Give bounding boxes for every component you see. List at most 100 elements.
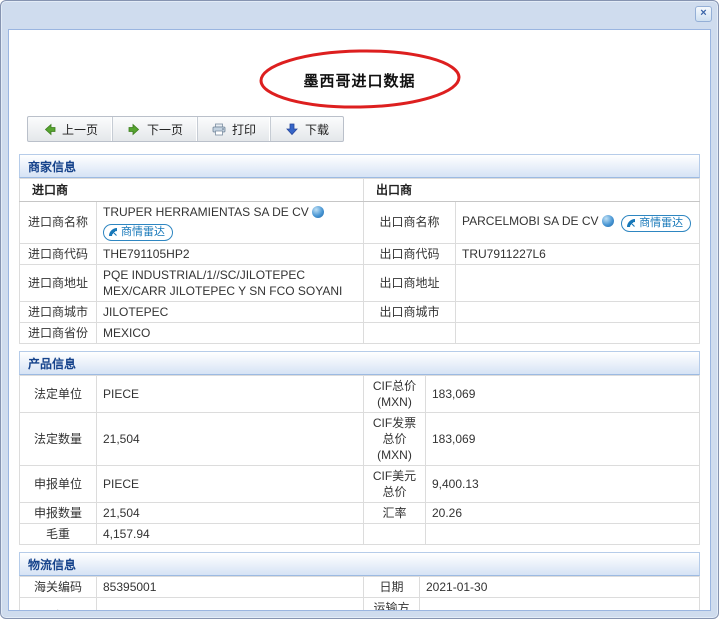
cif-usd-total-value: 9,400.13 — [426, 465, 700, 502]
importer-name-label: 进口商名称 — [20, 202, 97, 244]
exporter-name: PARCELMOBI SA DE CV — [462, 214, 598, 228]
cif-total-mxn-value: 183,069 — [426, 375, 700, 412]
table-row: 进口商城市 JILOTEPEC 出口商城市 — [20, 301, 700, 322]
print-button[interactable]: 打印 — [198, 117, 271, 141]
declared-qty-label: 申报数量 — [20, 502, 97, 523]
exporter-city-value — [456, 301, 700, 322]
empty-value — [426, 523, 700, 544]
importer-city-value: JILOTEPEC — [97, 301, 364, 322]
globe-icon[interactable] — [602, 215, 614, 227]
exporter-code-value: TRU7911227L6 — [456, 243, 700, 264]
section-merchant-info: 商家信息 进口商 出口商 进口商名称 TRUPER HERRAMIENTAS S… — [19, 154, 700, 344]
declared-unit-label: 申报单位 — [20, 465, 97, 502]
importer-code-label: 进口商代码 — [20, 243, 97, 264]
hs-code-label: 海关编码 — [20, 576, 97, 597]
exchange-rate-label: 汇率 — [364, 502, 426, 523]
legal-qty-value: 21,504 — [97, 412, 364, 465]
exporter-address-value — [456, 264, 700, 301]
exporter-address-label: 出口商地址 — [364, 264, 456, 301]
origin-country-label: 原产国 — [20, 597, 97, 611]
page-title: 墨西哥进口数据 — [9, 70, 710, 91]
import-data-dialog: × 墨西哥进口数据 上一页 — [0, 0, 719, 619]
hs-code-value: 85395001 — [97, 576, 364, 597]
table-row: 进口商名称 TRUPER HERRAMIENTAS SA DE CV — [20, 202, 700, 244]
table-row: 进口商 出口商 — [20, 179, 700, 202]
table-row: 法定数量 21,504 CIF发票总价(MXN) 183,069 — [20, 412, 700, 465]
download-label: 下载 — [305, 121, 329, 138]
legal-unit-label: 法定单位 — [20, 375, 97, 412]
importer-address-label: 进口商地址 — [20, 264, 97, 301]
dialog-content: 墨西哥进口数据 上一页 下一页 — [8, 29, 711, 611]
gross-weight-label: 毛重 — [20, 523, 97, 544]
cif-total-mxn-label: CIF总价(MXN) — [364, 375, 426, 412]
arrow-left-icon — [42, 122, 56, 136]
exporter-city-label: 出口商城市 — [364, 301, 456, 322]
close-icon[interactable]: × — [695, 6, 712, 22]
logistics-section-header: 物流信息 — [19, 552, 700, 576]
importer-column-header: 进口商 — [20, 179, 364, 202]
empty-label — [364, 322, 456, 343]
origin-country-value: CHINA — [97, 597, 364, 611]
next-page-label: 下一页 — [147, 121, 183, 138]
importer-province-value: MEXICO — [97, 322, 364, 343]
dialog-titlebar: × — [1, 1, 718, 29]
importer-city-label: 进口商城市 — [20, 301, 97, 322]
cif-invoice-total-label: CIF发票总价(MXN) — [364, 412, 426, 465]
importer-name-cell: TRUPER HERRAMIENTAS SA DE CV 商情雷达 — [97, 202, 364, 244]
transport-mode-label: 运输方式 — [364, 597, 420, 611]
table-row: 申报单位 PIECE CIF美元总价 9,400.13 — [20, 465, 700, 502]
exchange-rate-value: 20.26 — [426, 502, 700, 523]
radar-icon — [626, 218, 636, 228]
declared-qty-value: 21,504 — [97, 502, 364, 523]
badge-label: 商情雷达 — [121, 224, 165, 240]
cif-usd-total-label: CIF美元总价 — [364, 465, 426, 502]
product-section-header: 产品信息 — [19, 351, 700, 375]
table-row: 毛重 4,157.94 — [20, 523, 700, 544]
product-table: 法定单位 PIECE CIF总价(MXN) 183,069 法定数量 21,50… — [19, 375, 700, 545]
arrow-right-icon — [127, 122, 141, 136]
legal-unit-value: PIECE — [97, 375, 364, 412]
badge-label: 商情雷达 — [639, 215, 683, 231]
table-row: 申报数量 21,504 汇率 20.26 — [20, 502, 700, 523]
legal-qty-label: 法定数量 — [20, 412, 97, 465]
business-radar-badge[interactable]: 商情雷达 — [103, 224, 173, 241]
logistics-table: 海关编码 85395001 日期 2021-01-30 原产国 CHINA 运输… — [19, 576, 700, 612]
section-product-info: 产品信息 法定单位 PIECE CIF总价(MXN) 183,069 法定数量 … — [19, 351, 700, 545]
next-page-button[interactable]: 下一页 — [113, 117, 198, 141]
importer-address-value: PQE INDUSTRIAL/1//SC/JILOTEPEC MEX/CARR … — [97, 264, 364, 301]
business-radar-badge[interactable]: 商情雷达 — [621, 215, 691, 232]
table-row: 进口商地址 PQE INDUSTRIAL/1//SC/JILOTEPEC MEX… — [20, 264, 700, 301]
prev-page-button[interactable]: 上一页 — [28, 117, 113, 141]
date-label: 日期 — [364, 576, 420, 597]
cif-invoice-total-value: 183,069 — [426, 412, 700, 465]
arrow-down-icon — [285, 122, 299, 136]
globe-icon[interactable] — [312, 206, 324, 218]
print-label: 打印 — [232, 121, 256, 138]
prev-page-label: 上一页 — [62, 121, 98, 138]
table-row: 进口商省份 MEXICO — [20, 322, 700, 343]
transport-mode-value: BY SEA — [420, 597, 700, 611]
empty-label — [364, 523, 426, 544]
title-zone: 墨西哥进口数据 — [9, 44, 710, 116]
empty-value — [456, 322, 700, 343]
importer-province-label: 进口商省份 — [20, 322, 97, 343]
importer-name: TRUPER HERRAMIENTAS SA DE CV — [103, 205, 309, 219]
section-logistics-info: 物流信息 海关编码 85395001 日期 2021-01-30 原产国 CHI… — [19, 552, 700, 612]
exporter-name-cell: PARCELMOBI SA DE CV 商情雷达 — [456, 202, 700, 244]
table-row: 进口商代码 THE791105HP2 出口商代码 TRU7911227L6 — [20, 243, 700, 264]
table-row: 法定单位 PIECE CIF总价(MXN) 183,069 — [20, 375, 700, 412]
radar-icon — [108, 227, 118, 237]
merchant-section-header: 商家信息 — [19, 154, 700, 178]
table-row: 海关编码 85395001 日期 2021-01-30 — [20, 576, 700, 597]
declared-unit-value: PIECE — [97, 465, 364, 502]
merchant-table: 进口商 出口商 进口商名称 TRUPER HERRAMIENTAS SA DE … — [19, 178, 700, 344]
exporter-name-label: 出口商名称 — [364, 202, 456, 244]
exporter-column-header: 出口商 — [364, 179, 700, 202]
table-row: 原产国 CHINA 运输方式 BY SEA — [20, 597, 700, 611]
download-button[interactable]: 下载 — [271, 117, 343, 141]
pager-toolbar: 上一页 下一页 打印 — [27, 116, 344, 142]
importer-code-value: THE791105HP2 — [97, 243, 364, 264]
date-value: 2021-01-30 — [420, 576, 700, 597]
exporter-code-label: 出口商代码 — [364, 243, 456, 264]
gross-weight-value: 4,157.94 — [97, 523, 364, 544]
